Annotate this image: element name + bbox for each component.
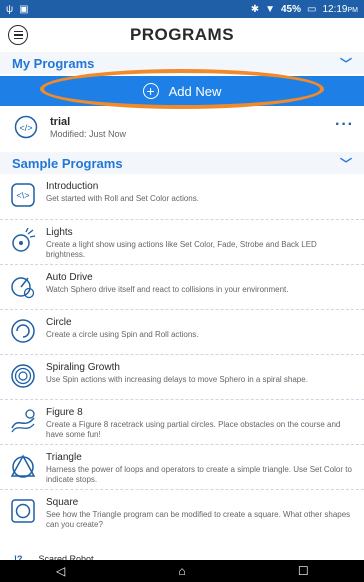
sample-item-square[interactable]: Square See how the Triangle program can … (0, 489, 364, 534)
circle-icon (11, 319, 35, 343)
sample-title: Lights (46, 227, 73, 238)
sample-title: Square (46, 497, 79, 508)
usb-icon: ψ (6, 3, 14, 15)
app-bar: PROGRAMS (0, 18, 364, 52)
sample-item-lights[interactable]: Lights Create a light show using actions… (0, 219, 364, 264)
recents-icon[interactable]: ☐ (283, 564, 323, 578)
sample-item-auto-drive[interactable]: Auto Drive Watch Sphero drive itself and… (0, 264, 364, 309)
figure8-icon (11, 409, 35, 433)
code-icon: </> (14, 115, 38, 139)
program-item-trial[interactable]: </> trial Modified: Just Now ··· (0, 106, 364, 148)
add-new-label: Add New (168, 83, 222, 99)
sample-title: Triangle (46, 452, 82, 463)
sample-title: Introduction (46, 181, 99, 192)
page-title: PROGRAMS (129, 25, 235, 44)
chevron-down-icon[interactable]: ﹀ (340, 155, 352, 172)
program-modified: Modified: Just Now (50, 128, 127, 139)
battery-icon: ▭ (307, 3, 317, 15)
sample-desc: Create a light show using actions like S… (46, 240, 317, 259)
sample-text: Spiraling Growth Use Spin actions with i… (46, 362, 316, 385)
sample-item-spiraling-growth[interactable]: Spiraling Growth Use Spin actions with i… (0, 354, 364, 399)
autodrive-icon (11, 277, 35, 299)
time: 12:19PM (322, 3, 358, 15)
sample-text: Circle Create a circle using Spin and Ro… (46, 317, 207, 340)
spiral-icon (11, 364, 35, 388)
svg-text:<\>: <\> (16, 191, 29, 201)
code-icon: <\> (11, 183, 35, 207)
sample-programs-header[interactable]: Sample Programs ﹀ (0, 152, 364, 174)
sample-title: Auto Drive (46, 272, 93, 283)
bluetooth-icon: ✱ (250, 3, 260, 15)
program-name: trial (50, 115, 71, 128)
back-icon[interactable]: ◁ (41, 564, 81, 578)
wifi-icon: ▼ (265, 3, 275, 15)
sample-text: Figure 8 Create a Figure 8 racetrack usi… (46, 407, 364, 440)
lights-icon (12, 228, 36, 252)
menu-icon[interactable] (8, 25, 28, 45)
sample-desc: Harness the power of loops and operators… (46, 465, 352, 484)
more-options-icon[interactable]: ··· (335, 116, 354, 134)
add-new-button[interactable]: + Add New (0, 76, 364, 106)
plus-icon: + (142, 83, 159, 99)
sample-title: Figure 8 (46, 407, 83, 418)
my-programs-header[interactable]: My Programs ﹀ (0, 52, 364, 74)
sample-text: Square See how the Triangle program can … (46, 497, 364, 530)
sample-desc: Use Spin actions with increasing delays … (46, 375, 308, 384)
battery-percent: 45% (281, 3, 302, 15)
sample-text: Introduction Get started with Roll and S… (46, 181, 207, 204)
sample-programs-title: Sample Programs (12, 155, 123, 171)
chevron-down-icon[interactable]: ﹀ (340, 55, 352, 72)
sample-text: Triangle Harness the power of loops and … (46, 452, 364, 485)
sample-item-circle[interactable]: Circle Create a circle using Spin and Ro… (0, 309, 364, 354)
image-icon: ▣ (19, 3, 29, 15)
sample-programs-list: <\> Introduction Get started with Roll a… (0, 174, 364, 534)
sample-text: Auto Drive Watch Sphero drive itself and… (46, 272, 296, 295)
sample-desc: Watch Sphero drive itself and react to c… (46, 285, 289, 294)
svg-text:</>: </> (19, 123, 32, 133)
triangle-icon (10, 454, 36, 478)
sample-item-figure-8[interactable]: Figure 8 Create a Figure 8 racetrack usi… (0, 399, 364, 444)
nav-bar: ◁ ⌂ ☐ (0, 560, 364, 582)
status-left: ψ ▣ (6, 4, 29, 15)
sample-desc: Create a Figure 8 racetrack using partia… (46, 420, 341, 439)
sample-desc: Get started with Roll and Set Color acti… (46, 194, 199, 203)
sample-desc: Create a circle using Spin and Roll acti… (46, 330, 199, 339)
home-icon[interactable]: ⌂ (162, 564, 202, 578)
my-programs-title: My Programs (12, 55, 95, 71)
sample-text: Lights Create a light show using actions… (46, 227, 364, 260)
status-bar: ψ ▣ ✱ ▼ 45% ▭ 12:19PM (0, 0, 364, 18)
sample-desc: See how the Triangle program can be modi… (46, 510, 351, 529)
program-text: trial Modified: Just Now (50, 116, 126, 139)
status-right: ✱ ▼ 45% ▭ 12:19PM (251, 4, 358, 15)
sample-title: Spiraling Growth (46, 362, 120, 373)
sample-title: Circle (46, 317, 72, 328)
sample-item-introduction[interactable]: <\> Introduction Get started with Roll a… (0, 174, 364, 219)
square-icon (11, 499, 35, 523)
sample-item-triangle[interactable]: Triangle Harness the power of loops and … (0, 444, 364, 489)
